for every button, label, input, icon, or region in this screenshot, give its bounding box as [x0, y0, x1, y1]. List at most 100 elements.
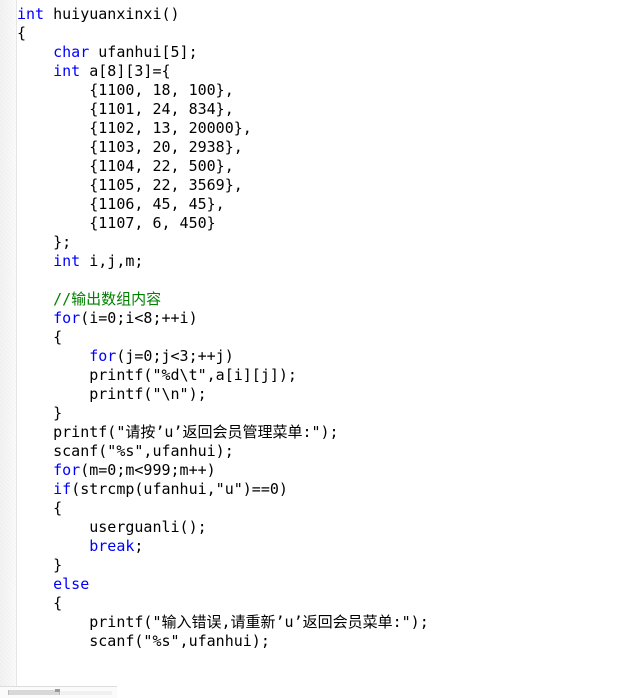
- code-token: printf("\n");: [89, 385, 207, 403]
- code-line: userguanli();: [17, 518, 632, 537]
- code-line: char ufanhui[5];: [17, 43, 632, 62]
- editor-gutter: [0, 0, 16, 698]
- code-line: {1107, 6, 450}: [17, 214, 632, 233]
- scrollbar-mark-icon: [55, 689, 60, 692]
- code-line: {: [17, 328, 632, 347]
- code-token: (m=0;m<999;m++): [80, 461, 216, 479]
- code-token: }: [53, 404, 63, 422]
- code-line: {1100, 18, 100},: [17, 81, 632, 100]
- code-token: {1100, 18, 100},: [89, 81, 234, 99]
- code-line: scanf("%s",ufanhui);: [17, 632, 632, 651]
- keyword-token: int: [17, 5, 45, 23]
- code-line: printf("%d\t",a[i][j]);: [17, 366, 632, 385]
- horizontal-scrollbar[interactable]: [0, 686, 117, 698]
- code-line: {1106, 45, 45},: [17, 195, 632, 214]
- code-token: scanf("%s",ufanhui);: [53, 442, 234, 460]
- code-area[interactable]: int huiyuanxinxi(){ char ufanhui[5]; int…: [17, 0, 632, 690]
- code-token: }: [53, 556, 63, 574]
- code-line: printf("请按’u’返回会员管理菜单:");: [17, 423, 632, 442]
- code-token: {: [53, 328, 63, 346]
- code-line: {: [17, 499, 632, 518]
- code-line: {: [17, 24, 632, 43]
- code-line: {1104, 22, 500},: [17, 157, 632, 176]
- code-token: i,j,m;: [80, 252, 144, 270]
- code-line: else: [17, 575, 632, 594]
- code-line: }: [17, 404, 632, 423]
- code-line: for(i=0;i<8;++i): [17, 309, 632, 328]
- code-token: printf("%d\t",a[i][j]);: [89, 366, 297, 384]
- code-line: int a[8][3]={: [17, 62, 632, 81]
- code-token: a[8][3]={: [80, 62, 171, 80]
- code-line: for(j=0;j<3;++j): [17, 347, 632, 366]
- code-token: {1107, 6, 450}: [89, 214, 216, 232]
- code-token: {1103, 20, 2938},: [89, 138, 243, 156]
- code-token: printf("输入错误,请重新’u’返回会员菜单:");: [89, 613, 429, 631]
- code-line: {1102, 13, 20000},: [17, 119, 632, 138]
- code-token: ufanhui[5];: [89, 43, 198, 61]
- code-token: {1106, 45, 45},: [89, 195, 225, 213]
- code-line: int huiyuanxinxi(): [17, 5, 632, 24]
- code-token: };: [53, 233, 72, 251]
- keyword-token: int: [53, 62, 81, 80]
- code-line: printf("输入错误,请重新’u’返回会员菜单:");: [17, 613, 632, 632]
- code-line: };: [17, 233, 632, 252]
- keyword-token: int: [53, 252, 81, 270]
- code-line: //输出数组内容: [17, 290, 632, 309]
- code-token: {: [53, 499, 63, 517]
- keyword-token: for: [53, 309, 81, 327]
- scrollbar-thumb[interactable]: [8, 690, 60, 695]
- code-token: {1104, 22, 500},: [89, 157, 234, 175]
- code-line: int i,j,m;: [17, 252, 632, 271]
- keyword-token: else: [53, 575, 90, 593]
- keyword-token: for: [89, 347, 117, 365]
- keyword-token: break: [89, 537, 135, 555]
- keyword-token: if: [53, 480, 72, 498]
- code-token: scanf("%s",ufanhui);: [89, 632, 270, 650]
- code-token: {1101, 24, 834},: [89, 100, 234, 118]
- code-token: {: [17, 24, 27, 42]
- code-editor-screenshot: int huiyuanxinxi(){ char ufanhui[5]; int…: [0, 0, 632, 698]
- comment-token: //输出数组内容: [53, 290, 162, 308]
- code-line: printf("\n");: [17, 385, 632, 404]
- code-token: {1102, 13, 20000},: [89, 119, 252, 137]
- code-line: for(m=0;m<999;m++): [17, 461, 632, 480]
- code-token: userguanli();: [89, 518, 207, 536]
- keyword-token: char: [53, 43, 90, 61]
- code-token: {: [53, 594, 63, 612]
- code-token: {1105, 22, 3569},: [89, 176, 243, 194]
- code-token: (j=0;j<3;++j): [116, 347, 234, 365]
- keyword-token: for: [53, 461, 81, 479]
- code-line: {: [17, 594, 632, 613]
- code-token: (strcmp(ufanhui,"u")==0): [71, 480, 288, 498]
- code-line: {1103, 20, 2938},: [17, 138, 632, 157]
- code-line: scanf("%s",ufanhui);: [17, 442, 632, 461]
